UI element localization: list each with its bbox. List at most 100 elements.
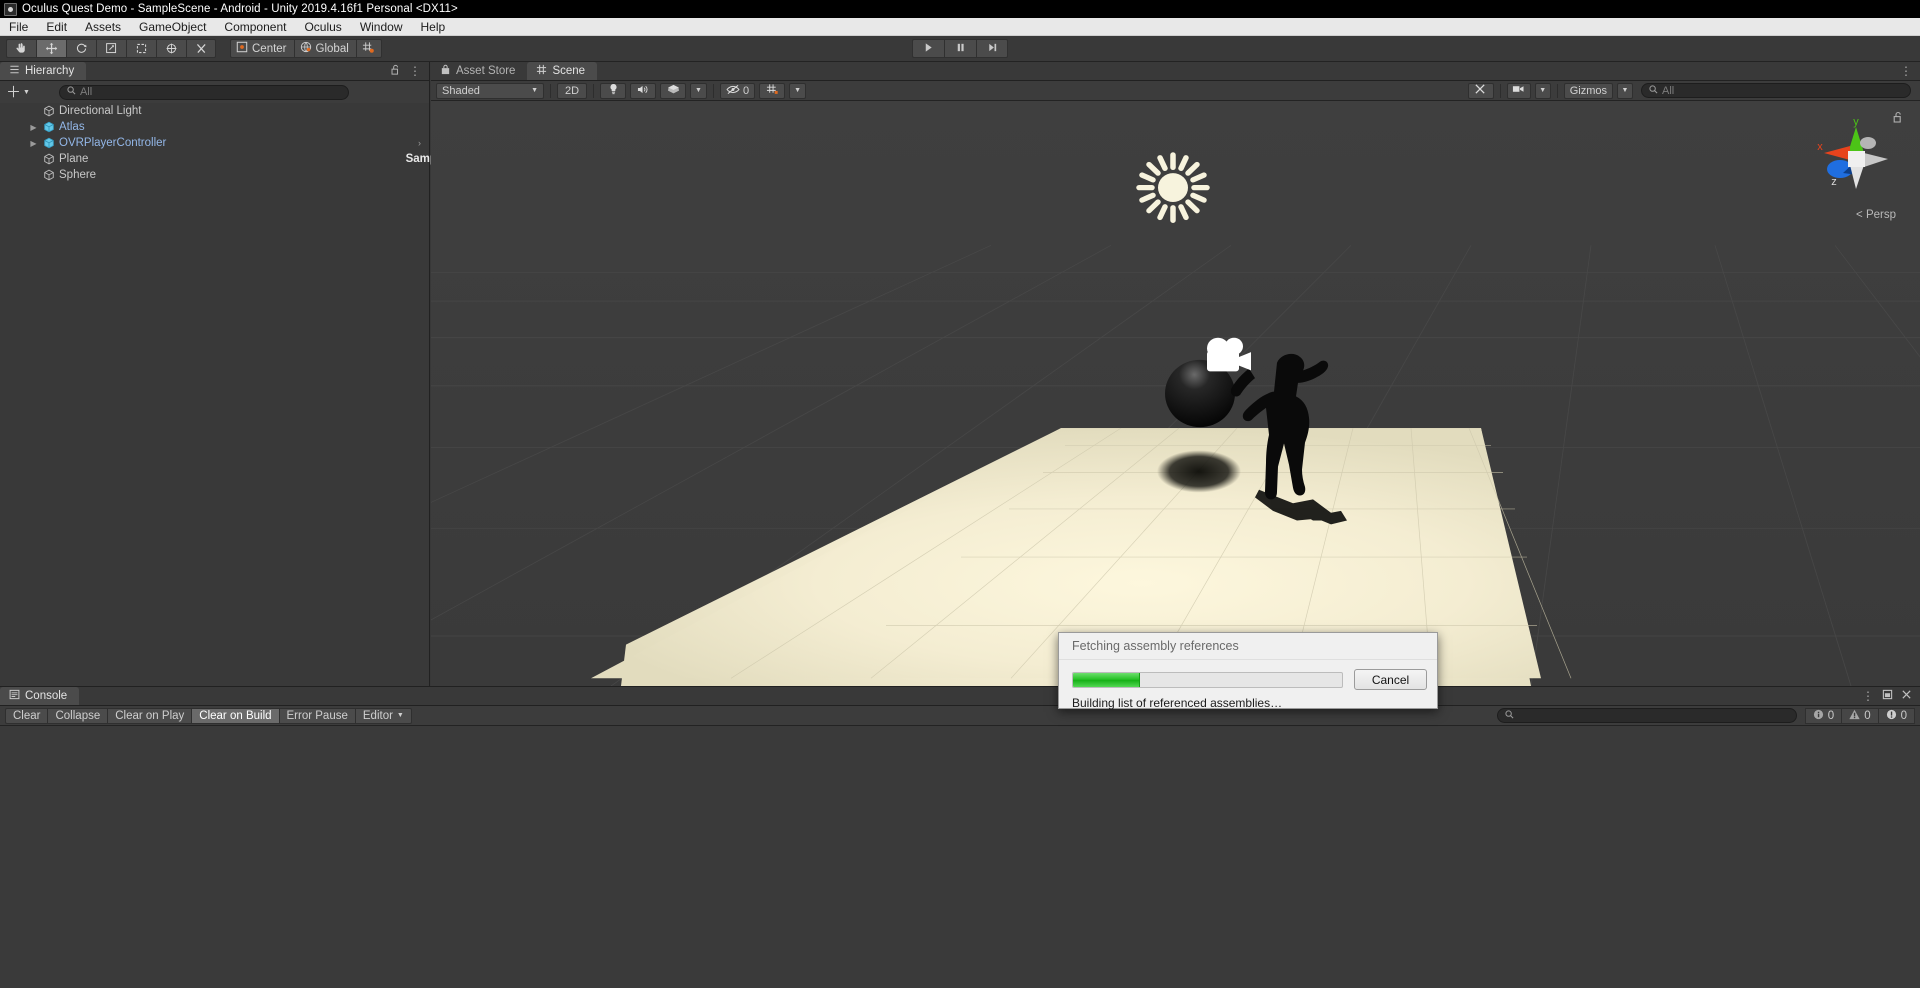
hierarchy-tree[interactable]: ▼SampleScene⋮Directional Light▶Atlas▶OVR…: [0, 103, 429, 686]
scene-tools-button[interactable]: [1468, 83, 1494, 99]
transform-icon: [165, 42, 178, 55]
tab-asset-store-label: Asset Store: [456, 65, 515, 77]
scene-lock-icon[interactable]: [1892, 111, 1904, 127]
hierarchy-item-directional-light[interactable]: Directional Light: [0, 103, 429, 119]
scene-tab-actions: ⋮: [1900, 62, 1920, 80]
toggle-2d-button[interactable]: 2D: [557, 83, 587, 99]
pivot-mode-button[interactable]: Center: [230, 39, 294, 58]
dialog-status-text: Building list of referenced assemblies…: [1072, 696, 1427, 710]
menu-item-assets[interactable]: Assets: [76, 18, 130, 36]
console-log-area[interactable]: [0, 726, 1920, 988]
scene-hidden-objects[interactable]: 0: [720, 83, 755, 99]
menu-item-help[interactable]: Help: [412, 18, 455, 36]
tab-scene-label: Scene: [552, 65, 585, 77]
scene-audio-toggle[interactable]: [630, 83, 656, 99]
close-icon[interactable]: [1901, 689, 1912, 703]
fetching-assembly-references-dialog: Fetching assembly references Cancel Buil…: [1058, 632, 1438, 709]
console-clear-button[interactable]: Clear: [5, 708, 47, 724]
dialog-title: Fetching assembly references: [1072, 639, 1239, 653]
hierarchy-item-ovrplayercontroller[interactable]: ▶ OVRPlayerController ›: [0, 135, 429, 151]
console-panel: Console ⋮ Clear Collapse Clear on Play C…: [0, 686, 1920, 988]
store-icon: [440, 64, 451, 78]
console-error-counter[interactable]: 0: [1878, 708, 1915, 724]
grid-snap-button[interactable]: [356, 39, 382, 58]
scene-lighting-toggle[interactable]: [600, 83, 626, 99]
tab-hierarchy[interactable]: Hierarchy: [0, 62, 86, 80]
custom-tool-button[interactable]: [186, 39, 216, 58]
move-tool-button[interactable]: [36, 39, 66, 58]
tab-scene[interactable]: Scene: [527, 62, 597, 80]
kebab-menu-icon[interactable]: ⋮: [1900, 67, 1912, 75]
console-editor-dropdown[interactable]: Editor ▼: [355, 708, 412, 724]
scene-grid-dropdown[interactable]: ▼: [789, 83, 806, 99]
chevron-right-icon[interactable]: ›: [418, 138, 421, 148]
menu-item-window[interactable]: Window: [351, 18, 412, 36]
lock-open-icon[interactable]: [390, 64, 401, 79]
gizmos-dropdown[interactable]: ▼: [1617, 83, 1633, 99]
chevron-down-icon: ▼: [531, 87, 538, 94]
tab-console[interactable]: Console: [0, 687, 79, 705]
tab-asset-store[interactable]: Asset Store: [431, 62, 527, 80]
hierarchy-search-input[interactable]: All: [59, 85, 349, 100]
transform-tool-button[interactable]: [156, 39, 186, 58]
gizmos-button[interactable]: Gizmos: [1564, 83, 1613, 99]
gizmo-axis-x-label: x: [1817, 141, 1823, 153]
hierarchy-item-sphere[interactable]: Sphere: [0, 167, 429, 183]
maximize-icon[interactable]: [1882, 689, 1893, 703]
create-object-button[interactable]: ＋ ▼: [6, 85, 30, 100]
menu-item-gameobject[interactable]: GameObject: [130, 18, 215, 36]
hand-tool-button[interactable]: [6, 39, 36, 58]
hierarchy-item-label: Directional Light: [59, 105, 141, 117]
scene-viewport[interactable]: y x z: [431, 101, 1920, 686]
rect-tool-button[interactable]: [126, 39, 156, 58]
gizmo-axes: y x z: [1817, 116, 1888, 189]
toggle-2d-label: 2D: [565, 85, 579, 97]
kebab-menu-icon[interactable]: ⋮: [1862, 692, 1874, 700]
menubar: File Edit Assets GameObject Component Oc…: [0, 18, 1920, 36]
scale-tool-button[interactable]: [96, 39, 126, 58]
step-button[interactable]: [976, 39, 1008, 58]
scene-camera-button[interactable]: [1507, 83, 1531, 99]
scene-fx-toggle[interactable]: [660, 83, 686, 99]
pivot-center-icon: [236, 41, 248, 56]
hand-icon: [15, 42, 28, 55]
rotate-tool-button[interactable]: [66, 39, 96, 58]
play-button[interactable]: [912, 39, 944, 58]
console-log-counter[interactable]: 0: [1805, 708, 1841, 724]
menu-item-component[interactable]: Component: [215, 18, 295, 36]
hierarchy-item-label: OVRPlayerController: [59, 137, 166, 149]
scene-search-input[interactable]: All: [1641, 83, 1911, 98]
search-icon: [67, 86, 76, 98]
console-clear-on-play-button[interactable]: Clear on Play: [107, 708, 191, 724]
console-collapse-button[interactable]: Collapse: [47, 708, 107, 724]
hierarchy-item-plane[interactable]: Plane: [0, 151, 429, 167]
hierarchy-tab-actions: ⋮: [390, 62, 429, 80]
cancel-button[interactable]: Cancel: [1354, 669, 1427, 690]
expander-closed-icon[interactable]: ▶: [28, 139, 39, 148]
expander-closed-icon[interactable]: ▶: [28, 123, 39, 132]
menu-item-edit[interactable]: Edit: [37, 18, 76, 36]
rotate-icon: [75, 42, 88, 55]
console-error-pause-button[interactable]: Error Pause: [279, 708, 355, 724]
rect-icon: [135, 42, 148, 55]
console-search-input[interactable]: [1497, 708, 1797, 723]
space-mode-button[interactable]: Global: [294, 39, 356, 58]
eye-off-icon: [726, 84, 740, 98]
warning-icon: [1849, 709, 1860, 723]
progress-bar: [1072, 672, 1343, 688]
menu-item-oculus[interactable]: Oculus: [295, 18, 350, 36]
persp-chevron-icon: <: [1856, 209, 1863, 221]
scene-grid-toggle[interactable]: [759, 83, 785, 99]
scene-projection-label[interactable]: < Persp: [1856, 209, 1896, 221]
chevron-down-icon: ▼: [794, 87, 801, 94]
scene-axis-gizmo[interactable]: y x z: [1810, 113, 1902, 205]
hierarchy-item-atlas[interactable]: ▶Atlas: [0, 119, 429, 135]
menu-item-file[interactable]: File: [0, 18, 37, 36]
draw-mode-dropdown[interactable]: Shaded ▼: [436, 83, 544, 99]
console-clear-on-build-button[interactable]: Clear on Build: [191, 708, 278, 724]
kebab-menu-icon[interactable]: ⋮: [409, 67, 421, 75]
pause-button[interactable]: [944, 39, 976, 58]
scene-fx-dropdown[interactable]: ▼: [690, 83, 707, 99]
scene-camera-dropdown[interactable]: ▼: [1535, 83, 1551, 99]
console-warning-counter[interactable]: 0: [1841, 708, 1877, 724]
